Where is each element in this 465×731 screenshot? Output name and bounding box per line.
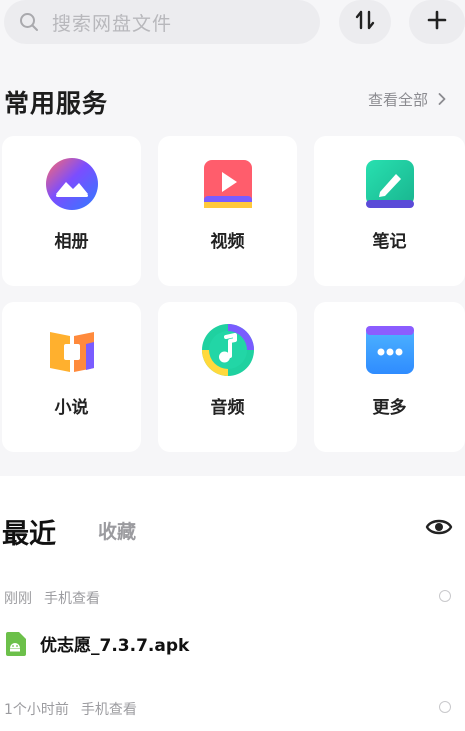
service-more[interactable]: 更多 — [314, 302, 465, 452]
group-source: 手机查看 — [44, 591, 100, 607]
sort-button[interactable] — [339, 0, 391, 44]
group-source: 手机查看 — [80, 702, 137, 718]
album-icon — [45, 158, 98, 210]
list-item[interactable]: 优志愿_7.3.7.apk — [4, 631, 189, 656]
search-bar[interactable]: 搜索网盘文件 — [4, 0, 320, 44]
audio-icon — [201, 324, 254, 376]
service-novel[interactable]: 小说 — [2, 302, 141, 452]
search-icon — [18, 11, 40, 33]
tab-recent[interactable]: 最近 — [2, 512, 56, 551]
recent-section: 最近 收藏 刚刚 手机查看 优志愿_7.3.7.apk 1个小时前 手机查看 — [0, 476, 465, 731]
video-icon — [202, 158, 254, 210]
note-icon — [364, 158, 416, 210]
file-name: 优志愿_7.3.7.apk — [40, 636, 190, 656]
service-label: 笔记 — [372, 232, 407, 252]
plus-icon — [426, 9, 448, 35]
group-time: 1个小时前 — [4, 702, 69, 718]
android-apk-icon — [4, 631, 26, 656]
service-label: 小说 — [54, 398, 89, 418]
tab-favorites[interactable]: 收藏 — [98, 517, 136, 544]
recent-group-header: 1个小时前 手机查看 — [4, 699, 149, 719]
search-placeholder: 搜索网盘文件 — [52, 12, 173, 35]
group-time: 刚刚 — [4, 591, 32, 607]
select-radio[interactable] — [439, 701, 451, 713]
view-all-label: 查看全部 — [368, 91, 429, 109]
services-title: 常用服务 — [4, 89, 109, 118]
eye-icon[interactable] — [425, 516, 453, 538]
view-all-link[interactable]: 查看全部 — [368, 89, 446, 110]
sort-arrows-icon — [354, 9, 376, 35]
chevron-right-icon — [438, 91, 446, 109]
service-label: 音频 — [210, 398, 245, 418]
service-label: 相册 — [54, 232, 89, 252]
service-note[interactable]: 笔记 — [314, 136, 465, 286]
select-radio[interactable] — [439, 590, 451, 602]
novel-icon — [46, 324, 98, 376]
recent-group-header: 刚刚 手机查看 — [4, 588, 112, 608]
add-button[interactable] — [409, 0, 465, 44]
service-label: 视频 — [210, 232, 245, 252]
more-icon — [364, 324, 416, 376]
service-video[interactable]: 视频 — [158, 136, 297, 286]
service-audio[interactable]: 音频 — [158, 302, 297, 452]
service-album[interactable]: 相册 — [2, 136, 141, 286]
service-label: 更多 — [372, 398, 407, 418]
